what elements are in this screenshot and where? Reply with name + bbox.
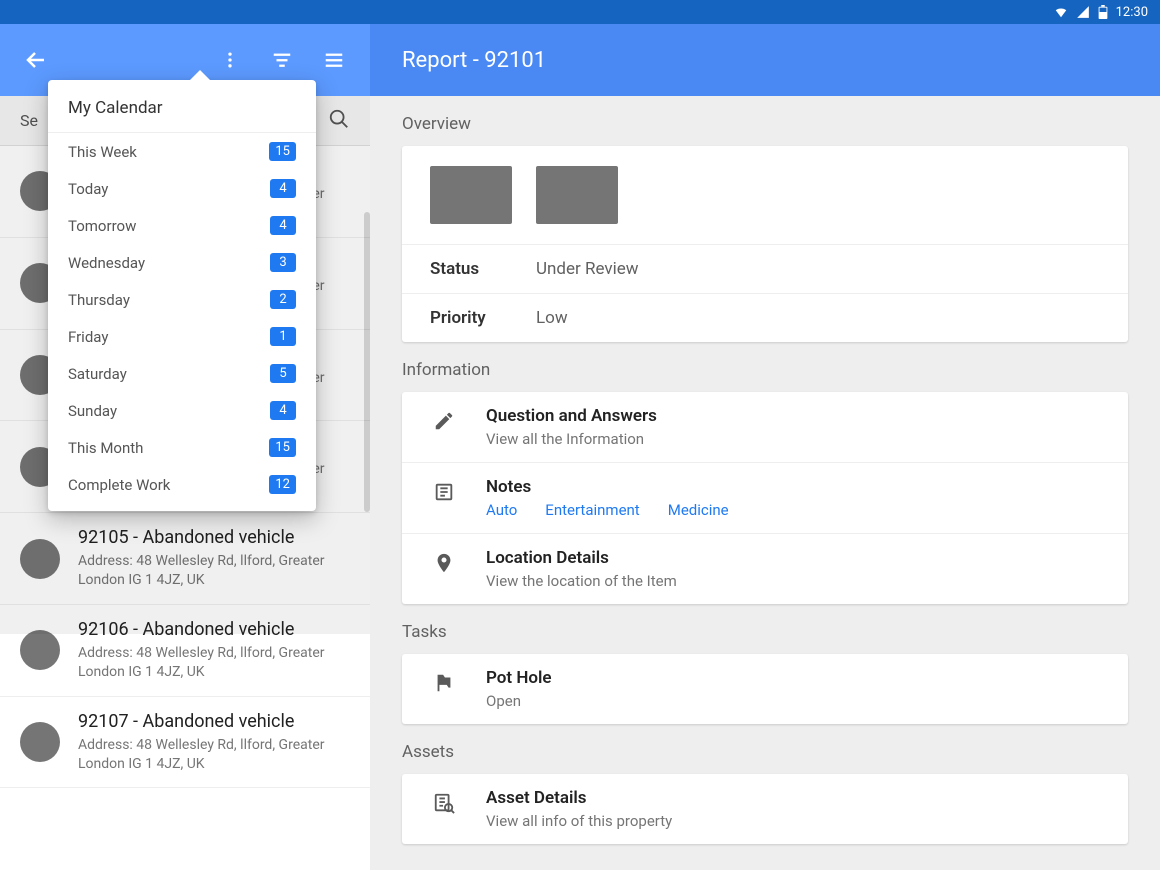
popover-item-label: This Week (68, 143, 137, 161)
popover-item-label: Today (68, 180, 108, 198)
section-tasks: Tasks (402, 622, 1128, 642)
note-tag[interactable]: Entertainment (545, 501, 639, 519)
avatar (20, 722, 60, 762)
count-badge: 4 (270, 179, 296, 198)
count-badge: 15 (269, 142, 296, 161)
list-item-sub: Address: 48 Wellesley Rd, llford, Greate… (78, 736, 350, 774)
search-label: Se (20, 111, 38, 130)
priority-row: Priority Low (402, 293, 1128, 342)
assets-card: Asset Details View all info of this prop… (402, 774, 1128, 844)
asset-title: Asset Details (486, 788, 672, 808)
info-sub: View the location of the Item (486, 572, 677, 590)
popover-item-label: Wednesday (68, 254, 145, 272)
count-badge: 12 (269, 475, 296, 494)
popover-item[interactable]: Today 4 (48, 170, 316, 207)
info-notes[interactable]: Notes Auto Entertainment Medicine (402, 462, 1128, 533)
photo-thumb[interactable] (536, 166, 618, 224)
task-title: Pot Hole (486, 668, 552, 688)
count-badge: 4 (270, 401, 296, 420)
count-badge: 2 (270, 290, 296, 309)
calendar-popover: My Calendar This Week15 Today4 Tomorrow4… (48, 80, 316, 511)
count-badge: 1 (270, 327, 296, 346)
list-item-title: 92107 - Abandoned vehicle (78, 711, 350, 732)
task-status: Open (486, 692, 552, 710)
note-tag[interactable]: Auto (486, 501, 517, 519)
popover-item[interactable]: This Week 15 (48, 133, 316, 170)
count-badge: 4 (270, 216, 296, 235)
list-item-title: 92106 - Abandoned vehicle (78, 619, 350, 640)
popover-item-label: Saturday (68, 365, 127, 383)
popover-item-label: This Month (68, 439, 143, 457)
count-badge: 5 (270, 364, 296, 383)
list-item[interactable]: 92105 - Abandoned vehicle Address: 48 Wel… (0, 513, 370, 605)
battery-icon (1098, 5, 1108, 19)
section-overview: Overview (402, 114, 1128, 134)
list-item-sub: Address: 48 Wellesley Rd, llford, Greate… (78, 644, 350, 682)
search-icon[interactable] (328, 108, 350, 134)
list-item-title: 92105 - Abandoned vehicle (78, 527, 350, 548)
popover-item-label: Sunday (68, 402, 117, 420)
popover-item[interactable]: Sunday 4 (48, 392, 316, 429)
status-row: Status Under Review (402, 244, 1128, 293)
popover-item[interactable]: Wednesday 3 (48, 244, 316, 281)
status-bar: 12:30 (0, 0, 1160, 24)
more-vert-icon[interactable] (206, 36, 254, 84)
count-badge: 15 (269, 438, 296, 457)
count-badge: 3 (270, 253, 296, 272)
info-title: Question and Answers (486, 406, 657, 426)
info-sub: View all the Information (486, 430, 657, 448)
popover-item[interactable]: This Month 15 (48, 429, 316, 466)
status-label: Status (430, 259, 500, 279)
popover-item[interactable]: Complete Work 12 (48, 466, 316, 503)
asset-sub: View all info of this property (486, 812, 672, 830)
flag-icon (430, 668, 458, 694)
popover-item-label: Thursday (68, 291, 130, 309)
status-time: 12:30 (1116, 5, 1148, 20)
popover-title: My Calendar (48, 80, 316, 133)
menu-icon[interactable] (310, 36, 358, 84)
asset-icon (430, 788, 458, 814)
photo-row (402, 146, 1128, 244)
avatar (20, 630, 60, 670)
popover-item-label: Complete Work (68, 476, 170, 494)
page-title: Report - 92101 (370, 24, 1160, 96)
task-item[interactable]: Pot Hole Open (402, 654, 1128, 724)
edit-icon (430, 406, 458, 432)
info-title: Location Details (486, 548, 677, 568)
note-tag[interactable]: Medicine (668, 501, 729, 519)
filter-icon[interactable] (258, 36, 306, 84)
photo-thumb[interactable] (430, 166, 512, 224)
wifi-icon (1054, 5, 1068, 19)
info-qa[interactable]: Question and Answers View all the Inform… (402, 392, 1128, 462)
location-icon (430, 548, 458, 574)
note-icon (430, 477, 458, 503)
overview-card: Status Under Review Priority Low (402, 146, 1128, 342)
list-item-sub: Address: 48 Wellesley Rd, llford, Greate… (78, 552, 350, 590)
popover-item-label: Tomorrow (68, 217, 136, 235)
info-title: Notes (486, 477, 729, 497)
tasks-card: Pot Hole Open (402, 654, 1128, 724)
section-information: Information (402, 360, 1128, 380)
info-location[interactable]: Location Details View the location of th… (402, 533, 1128, 604)
popover-item[interactable]: Saturday 5 (48, 355, 316, 392)
asset-item[interactable]: Asset Details View all info of this prop… (402, 774, 1128, 844)
section-assets: Assets (402, 742, 1128, 762)
list-item[interactable]: 92107 - Abandoned vehicle Address: 48 Wel… (0, 697, 370, 789)
popover-item[interactable]: Friday 1 (48, 318, 316, 355)
right-pane: Overview Status Under Review Priority Lo… (370, 96, 1160, 870)
popover-item-label: Friday (68, 328, 108, 346)
popover-item[interactable]: Tomorrow 4 (48, 207, 316, 244)
information-card: Question and Answers View all the Inform… (402, 392, 1128, 604)
status-value: Under Review (536, 259, 639, 279)
avatar (20, 539, 60, 579)
back-button[interactable] (12, 36, 60, 84)
list-item[interactable]: 92106 - Abandoned vehicle Address: 48 Wel… (0, 605, 370, 697)
priority-label: Priority (430, 308, 500, 328)
priority-value: Low (536, 308, 568, 328)
signal-icon (1076, 5, 1090, 19)
popover-item[interactable]: Thursday 2 (48, 281, 316, 318)
